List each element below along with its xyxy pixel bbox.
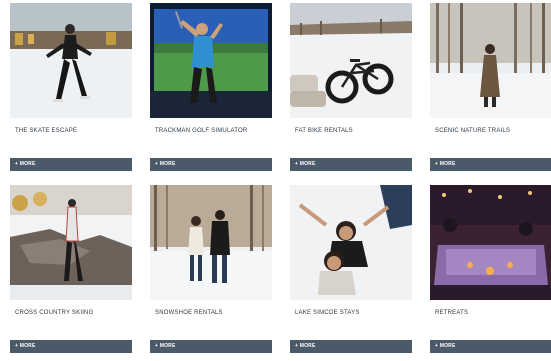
retreats-photo[interactable] bbox=[430, 185, 551, 300]
more-button-label: + MORE bbox=[15, 161, 36, 167]
more-button[interactable]: + MORE bbox=[150, 340, 272, 353]
card-lake-simcoe-stays[interactable]: LAKE SIMCOE STAYS + MORE bbox=[290, 185, 412, 357]
more-button-label: + MORE bbox=[155, 161, 176, 167]
more-button-label: + MORE bbox=[155, 343, 176, 349]
card-retreats[interactable]: RETREATS + MORE bbox=[430, 185, 551, 357]
card-cross-country-skiing[interactable]: CROSS COUNTRY SKIING + MORE bbox=[10, 185, 132, 357]
fat-bike-photo[interactable] bbox=[290, 3, 412, 118]
skate-escape-photo[interactable] bbox=[10, 3, 132, 118]
snowshoe-photo[interactable] bbox=[150, 185, 272, 300]
card-fat-bike-rentals[interactable]: FAT BIKE RENTALS + MORE bbox=[290, 3, 412, 175]
more-button-label: + MORE bbox=[295, 161, 316, 167]
more-button[interactable]: + MORE bbox=[290, 158, 412, 171]
cross-country-skiing-photo[interactable] bbox=[10, 185, 132, 300]
card-trackman-golf-simulator[interactable]: TRACKMAN GOLF SIMULATOR + MORE bbox=[150, 3, 272, 175]
card-title: TRACKMAN GOLF SIMULATOR bbox=[155, 128, 248, 134]
experience-grid: THE SKATE ESCAPE + MORE TRACKMAN GOLF SI… bbox=[10, 3, 551, 361]
card-title: CROSS COUNTRY SKIING bbox=[15, 310, 94, 316]
card-title: RETREATS bbox=[435, 310, 469, 316]
card-scenic-nature-trails[interactable]: SCENIC NATURE TRAILS + MORE bbox=[430, 3, 551, 175]
card-title: SNOWSHOE RENTALS bbox=[155, 310, 223, 316]
card-title: FAT BIKE RENTALS bbox=[295, 128, 353, 134]
more-button-label: + MORE bbox=[295, 343, 316, 349]
card-title: THE SKATE ESCAPE bbox=[15, 128, 78, 134]
more-button[interactable]: + MORE bbox=[10, 340, 132, 353]
card-title: SCENIC NATURE TRAILS bbox=[435, 128, 511, 134]
lake-simcoe-photo[interactable] bbox=[290, 185, 412, 300]
more-button-label: + MORE bbox=[435, 343, 456, 349]
golf-simulator-photo[interactable] bbox=[150, 3, 272, 118]
nature-trail-photo[interactable] bbox=[430, 3, 551, 118]
more-button[interactable]: + MORE bbox=[150, 158, 272, 171]
more-button[interactable]: + MORE bbox=[290, 340, 412, 353]
more-button[interactable]: + MORE bbox=[430, 158, 551, 171]
more-button-label: + MORE bbox=[15, 343, 36, 349]
card-title: LAKE SIMCOE STAYS bbox=[295, 310, 360, 316]
card-skate-escape[interactable]: THE SKATE ESCAPE + MORE bbox=[10, 3, 132, 175]
more-button[interactable]: + MORE bbox=[430, 340, 551, 353]
more-button-label: + MORE bbox=[435, 161, 456, 167]
card-snowshoe-rentals[interactable]: SNOWSHOE RENTALS + MORE bbox=[150, 185, 272, 357]
more-button[interactable]: + MORE bbox=[10, 158, 132, 171]
